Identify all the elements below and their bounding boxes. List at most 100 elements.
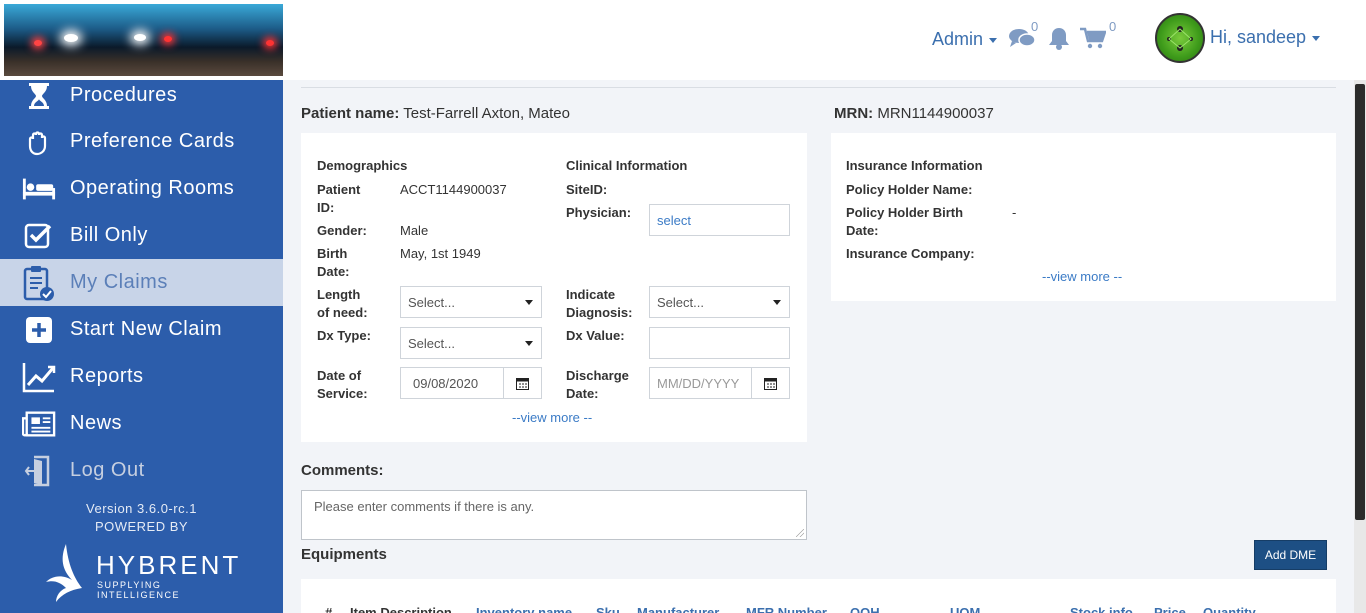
date-of-service-label: Date of Service: (317, 368, 368, 401)
dx-type-label: Dx Type: (317, 328, 371, 343)
sidebar-item-label: Log Out (70, 459, 145, 481)
birth-date-label: Birth Date: (317, 246, 350, 279)
discharge-date-label: Discharge Date: (566, 368, 629, 401)
dx-value-label: Dx Value: (566, 328, 625, 343)
sidebar-item-label: My Claims (70, 271, 168, 293)
patient-id-value: ACCT1144900037 (400, 182, 507, 197)
hourglass-icon (22, 79, 56, 113)
resize-handle[interactable] (796, 529, 804, 537)
brand-logo-area[interactable] (0, 0, 283, 80)
version-info: Version 3.6.0-rc.1 POWERED BY (0, 500, 283, 536)
line-chart-icon (22, 360, 56, 394)
table-header[interactable]: Sku (596, 605, 620, 613)
table-header[interactable]: Quantity (1203, 605, 1256, 613)
cart-icon[interactable] (1080, 27, 1107, 54)
bed-icon (22, 172, 56, 206)
comments-label: Comments: (301, 462, 384, 479)
table-header[interactable]: Manufacturer (637, 605, 719, 613)
policy-holder-birth-value: - (1012, 205, 1017, 220)
mrn: MRN: MRN1144900037 (834, 105, 994, 122)
divider (301, 87, 1336, 88)
insurance-card: Insurance Information Policy Holder Name… (831, 133, 1336, 301)
patient-name-value: Test-Farrell Axton, Mateo (403, 105, 570, 122)
sidebar-item-my-claims[interactable]: My Claims (0, 259, 283, 306)
chevron-down-icon (525, 341, 533, 346)
chevron-down-icon (773, 300, 781, 305)
discharge-date-input[interactable]: MM/DD/YYYY (649, 367, 790, 399)
view-more-link[interactable]: --view more -- (512, 410, 592, 425)
sidebar-item-operating-rooms[interactable]: Operating Rooms (0, 165, 283, 212)
indicate-diagnosis-label: Indicate Diagnosis: (566, 287, 633, 320)
dx-type-select[interactable]: Select... (400, 327, 542, 359)
admin-label: Admin (932, 29, 984, 49)
sidebar-item-log-out[interactable]: Log Out (0, 447, 283, 494)
policy-holder-birth-label: Policy Holder Birth Date: (846, 205, 964, 238)
sidebar-item-preference-cards[interactable]: Preference Cards (0, 118, 283, 165)
sidebar: Procedures Preference Cards Operating Ro… (0, 80, 283, 613)
table-header[interactable]: Item Description (350, 605, 452, 613)
comments-textarea[interactable]: Please enter comments if there is any. (301, 490, 807, 540)
user-menu[interactable]: Hi, sandeep (1210, 27, 1321, 48)
clipboard-check-icon (22, 265, 56, 301)
plus-square-icon (22, 313, 56, 347)
hybrent-bird-icon (46, 544, 82, 602)
table-header[interactable]: QOH (850, 605, 880, 613)
gender-value: Male (400, 223, 429, 238)
gender-label: Gender: (317, 223, 367, 238)
sidebar-item-label: Operating Rooms (70, 177, 235, 199)
patient-name: Patient name: Test-Farrell Axton, Mateo (301, 105, 570, 122)
chevron-down-icon (525, 300, 533, 305)
sidebar-item-news[interactable]: News (0, 400, 283, 447)
user-greeting: Hi, sandeep (1210, 27, 1307, 47)
admin-dropdown[interactable]: Admin (932, 29, 998, 50)
sidebar-item-start-new-claim[interactable]: Start New Claim (0, 306, 283, 353)
birth-date-value: May, 1st 1949 (400, 246, 481, 261)
site-id-label: SiteID: (566, 182, 608, 197)
scrollbar-thumb[interactable] (1355, 84, 1365, 520)
version-text: Version 3.6.0-rc.1 (86, 501, 197, 516)
patient-name-label: Patient name: (301, 105, 400, 122)
top-header: Admin 0 0 Hi, sandeep (283, 0, 1366, 80)
date-of-service-input[interactable]: 09/08/2020 (400, 367, 542, 399)
add-dme-button[interactable]: Add DME (1254, 540, 1327, 570)
length-of-need-label: Length of need: (317, 287, 368, 320)
physician-select[interactable]: select (649, 204, 790, 236)
patient-info-card: Demographics Patient ID: ACCT1144900037 G… (301, 133, 807, 442)
table-header[interactable]: UOM (950, 605, 980, 613)
sidebar-item-procedures[interactable]: Procedures (0, 72, 283, 119)
brand-logo-image (4, 4, 283, 76)
equipments-table: # Item Description Inventory name Sku Ma… (301, 579, 1336, 613)
messages-count: 0 (1031, 19, 1039, 34)
view-more-link[interactable]: --view more -- (1042, 269, 1122, 284)
comments-placeholder: Please enter comments if there is any. (314, 499, 535, 514)
sidebar-item-reports[interactable]: Reports (0, 353, 283, 400)
calendar-icon[interactable] (751, 368, 789, 398)
length-of-need-select[interactable]: Select... (400, 286, 542, 318)
dx-value-input[interactable] (649, 327, 790, 359)
insurance-company-label: Insurance Company: (846, 246, 975, 261)
sidebar-item-label: Preference Cards (70, 130, 235, 152)
physician-label: Physician: (566, 205, 632, 220)
brand-name: HYBRENT (96, 550, 242, 580)
cart-count: 0 (1109, 19, 1117, 34)
chevron-down-icon (1312, 35, 1321, 41)
sidebar-item-bill-only[interactable]: Bill Only (0, 212, 283, 259)
insurance-title: Insurance Information (846, 158, 983, 173)
table-header[interactable]: Stock info (1070, 605, 1133, 613)
indicate-diagnosis-select[interactable]: Select... (649, 286, 790, 318)
sidebar-item-label: News (70, 412, 123, 434)
calendar-icon[interactable] (503, 368, 541, 398)
mrn-label: MRN: (834, 105, 874, 122)
avatar[interactable] (1155, 13, 1205, 63)
table-header[interactable]: Price (1154, 605, 1186, 613)
brand-tagline: SUPPLYING INTELLIGENCE (97, 580, 181, 600)
table-header: # (325, 605, 333, 613)
hybrent-logo: HYBRENT SUPPLYING INTELLIGENCE (44, 540, 244, 610)
demographics-title: Demographics (317, 158, 408, 173)
newspaper-icon (22, 407, 56, 441)
table-header[interactable]: MFR Number (746, 605, 827, 613)
table-header[interactable]: Inventory name (476, 605, 572, 613)
bell-icon[interactable] (1048, 26, 1070, 55)
clinical-title: Clinical Information (566, 158, 688, 173)
chevron-down-icon (989, 37, 998, 43)
